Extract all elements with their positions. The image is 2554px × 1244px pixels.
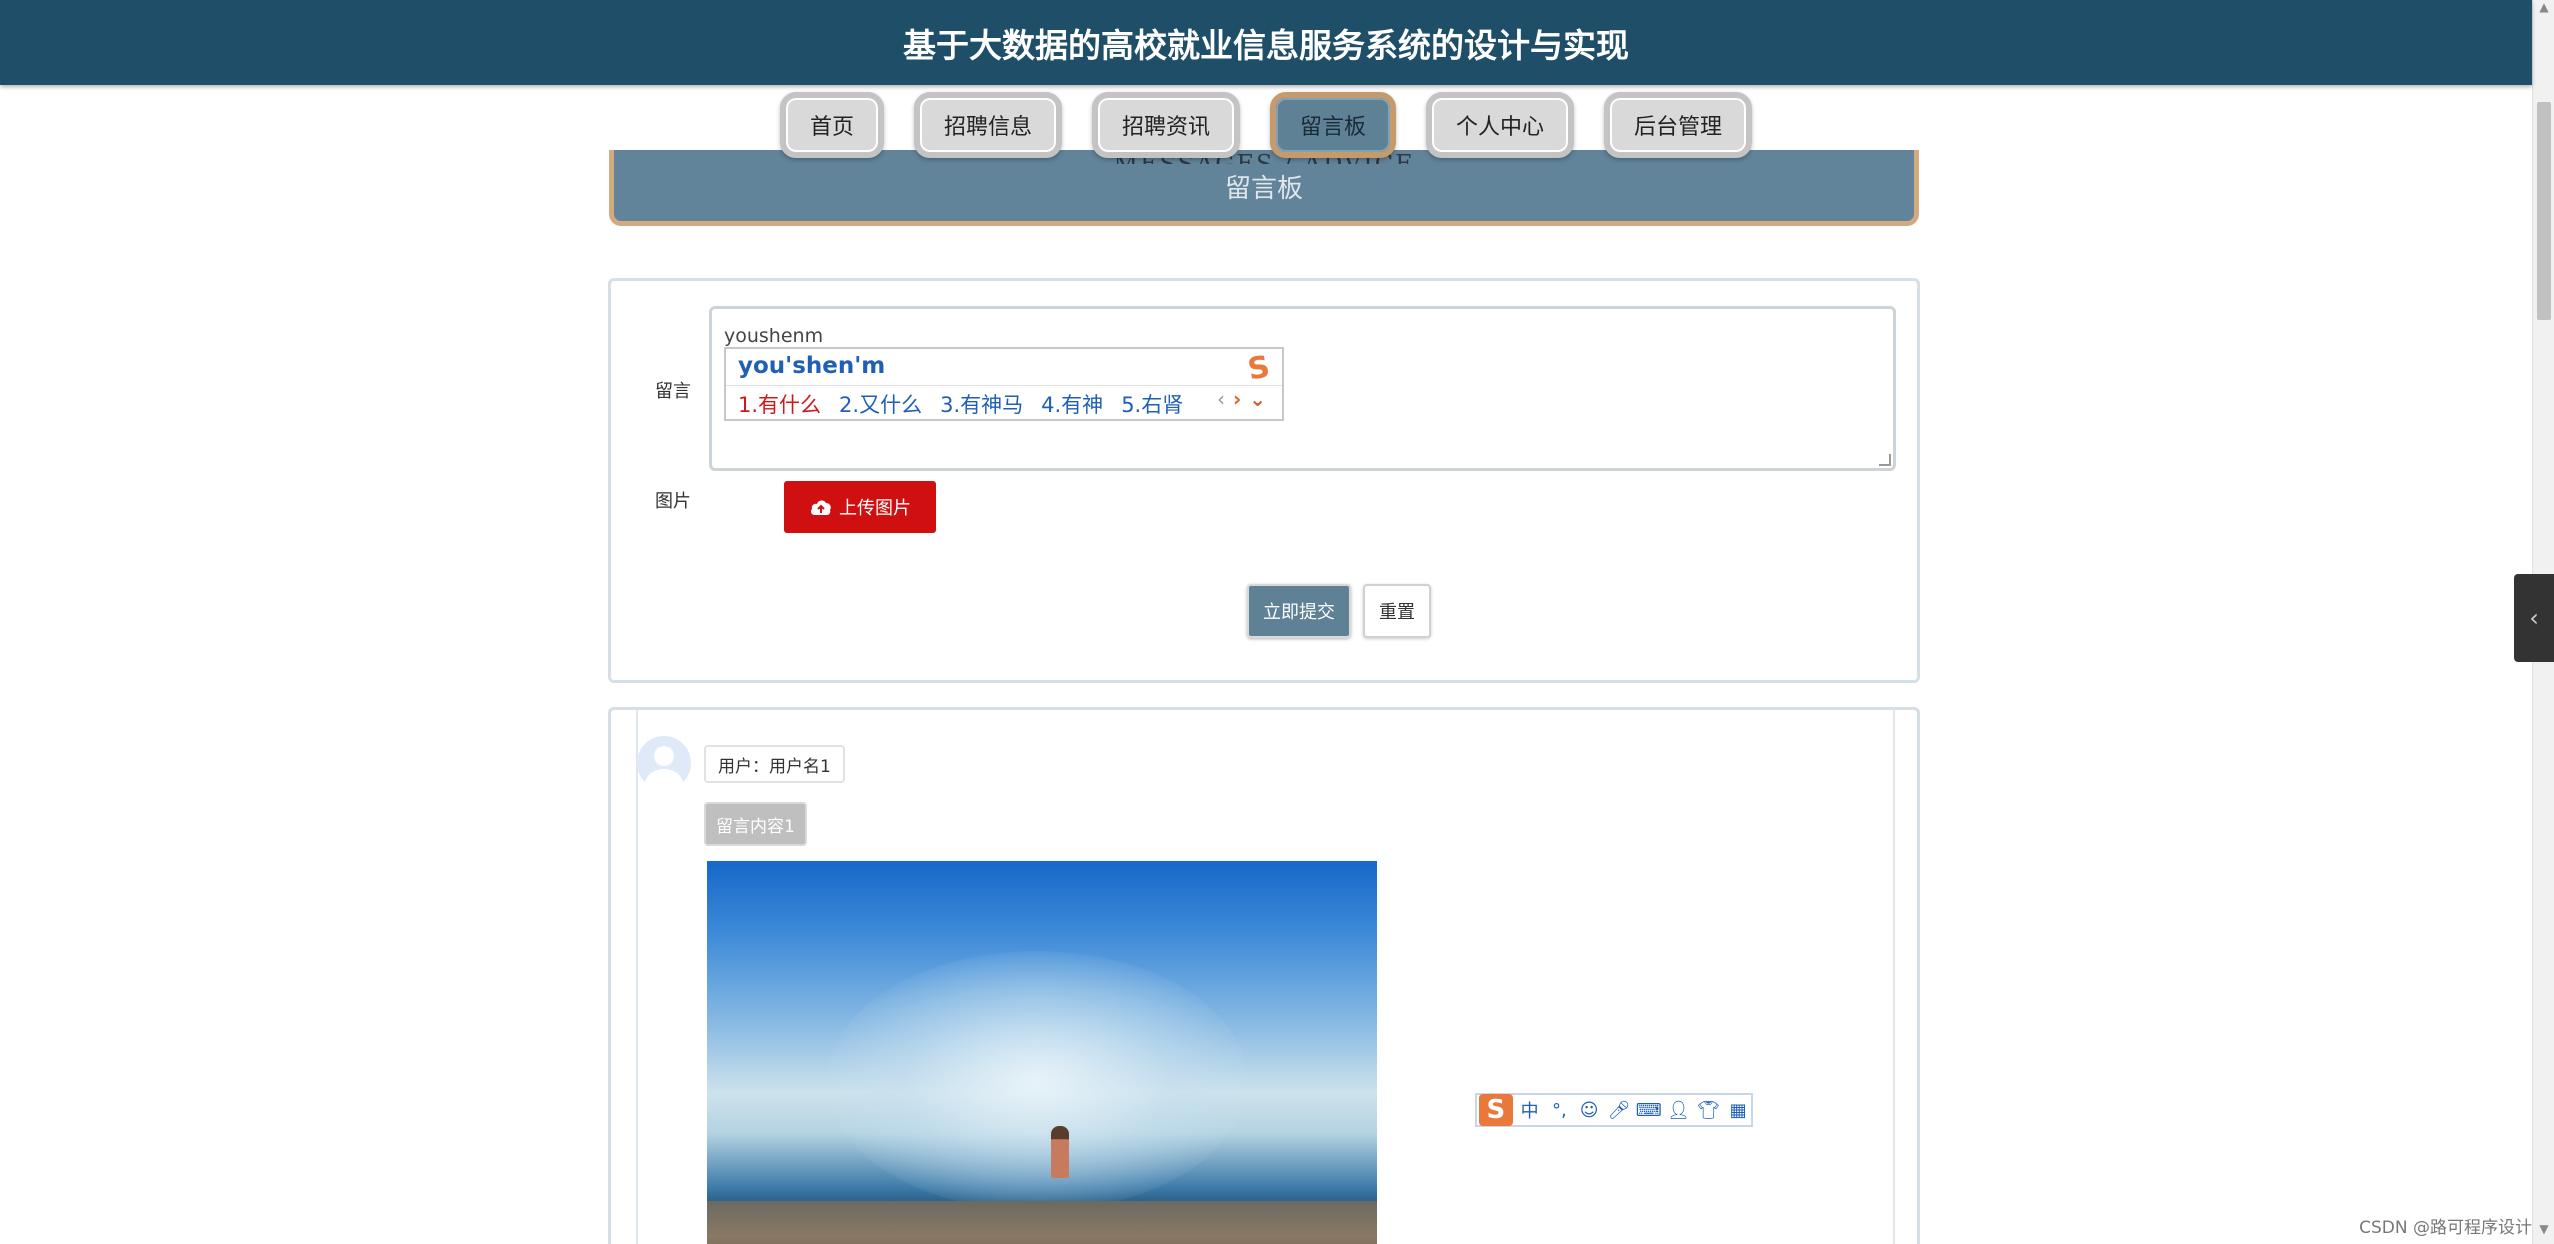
- ime-divider: [726, 385, 1282, 386]
- nav-job-postings[interactable]: 招聘信息: [913, 92, 1062, 158]
- message-typed-text: youshenm: [724, 325, 824, 347]
- resize-handle-icon[interactable]: [1879, 454, 1891, 466]
- photo-ground: [707, 1201, 1377, 1244]
- scroll-down-icon[interactable]: ▼: [2537, 1222, 2551, 1242]
- sogou-logo-icon: S: [1245, 349, 1273, 388]
- ime-candidate-3[interactable]: 3.有神马: [940, 389, 1023, 419]
- message-content: 留言内容1: [704, 802, 807, 846]
- chevron-left-icon: ‹: [2529, 604, 2539, 632]
- scrollbar-thumb[interactable]: [2537, 102, 2551, 320]
- avatar-head-icon: [654, 746, 674, 766]
- ime-candidate-window: you'shen'm S 1.有什么 2.又什么 3.有神马 4.有神 5.右肾…: [724, 347, 1284, 421]
- ime-composition: you'shen'm: [738, 353, 886, 379]
- user-icon[interactable]: 👤︎: [1666, 1100, 1692, 1121]
- site-header: 基于大数据的高校就业信息服务系统的设计与实现: [0, 0, 2532, 85]
- side-panel-toggle[interactable]: ‹: [2514, 574, 2554, 662]
- nav-job-news[interactable]: 招聘资讯: [1091, 92, 1240, 158]
- upload-image-button[interactable]: 上传图片: [784, 481, 936, 533]
- ime-candidates: 1.有什么 2.又什么 3.有神马 4.有神 5.右肾: [738, 389, 1183, 419]
- ime-prev-icon[interactable]: ‹: [1217, 387, 1233, 411]
- avatar: [637, 736, 691, 790]
- nav-admin[interactable]: 后台管理: [1604, 92, 1753, 158]
- ime-punctuation-icon[interactable]: °,: [1546, 1100, 1572, 1121]
- submit-button[interactable]: 立即提交: [1247, 584, 1351, 638]
- photo-sky-glow: [827, 951, 1247, 1211]
- reset-button[interactable]: 重置: [1363, 584, 1431, 638]
- ime-candidate-4[interactable]: 4.有神: [1041, 389, 1103, 419]
- message-textarea[interactable]: youshenm you'shen'm S 1.有什么 2.又什么 3.有神马 …: [709, 306, 1896, 471]
- emoji-icon[interactable]: ☺: [1576, 1100, 1602, 1121]
- image-label: 图片: [655, 491, 691, 512]
- ime-next-icon[interactable]: ›: [1233, 387, 1249, 411]
- ime-status-bar: S 中 °, ☺ 🎤︎ ⌨ 👤︎ 👕︎ ▦: [1475, 1093, 1753, 1127]
- ime-candidate-5[interactable]: 5.右肾: [1121, 389, 1183, 419]
- site-title: 基于大数据的高校就业信息服务系统的设计与实现: [903, 25, 1629, 65]
- scroll-up-icon[interactable]: ▲: [2537, 0, 2551, 20]
- nav-message-board[interactable]: 留言板: [1270, 92, 1397, 158]
- nav-personal-center[interactable]: 个人中心: [1426, 92, 1575, 158]
- ime-expand-icon[interactable]: ⌄: [1249, 387, 1274, 411]
- message-image: [707, 861, 1377, 1244]
- avatar-body-icon: [645, 769, 683, 790]
- message-label: 留言: [655, 381, 691, 402]
- skin-shirt-icon[interactable]: 👕︎: [1696, 1100, 1722, 1121]
- message-form: 留言 youshenm you'shen'm S 1.有什么 2.又什么 3.有…: [608, 278, 1920, 683]
- message-user: 用户：用户名1: [704, 745, 845, 783]
- divider: [1893, 710, 1895, 1244]
- ime-candidate-1[interactable]: 1.有什么: [738, 389, 821, 419]
- sogou-logo-icon[interactable]: S: [1479, 1094, 1513, 1126]
- keyboard-icon[interactable]: ⌨: [1636, 1100, 1662, 1121]
- ime-chinese-mode[interactable]: 中: [1517, 1097, 1543, 1123]
- cloud-upload-icon: [811, 500, 831, 515]
- ime-page-arrows[interactable]: ‹›⌄: [1217, 387, 1274, 411]
- message-list: 用户：用户名1 留言内容1: [608, 707, 1920, 1244]
- photo-person: [1051, 1126, 1069, 1178]
- microphone-icon[interactable]: 🎤︎: [1606, 1100, 1632, 1121]
- nav-home[interactable]: 首页: [779, 92, 884, 158]
- banner-title: 留言板: [1224, 174, 1303, 204]
- ime-candidate-2[interactable]: 2.又什么: [839, 389, 922, 419]
- toolbox-grid-icon[interactable]: ▦: [1725, 1100, 1751, 1121]
- watermark: CSDN @路可程序设计: [2359, 1218, 2532, 1238]
- divider: [636, 710, 638, 1244]
- section-banner: MESSAGES / ADVICE 留言板: [609, 150, 1919, 226]
- main-nav: 首页 招聘信息 招聘资讯 留言板 个人中心 后台管理: [0, 92, 2532, 160]
- page: 基于大数据的高校就业信息服务系统的设计与实现 首页 招聘信息 招聘资讯 留言板 …: [0, 0, 2554, 1244]
- upload-image-label: 上传图片: [839, 498, 911, 518]
